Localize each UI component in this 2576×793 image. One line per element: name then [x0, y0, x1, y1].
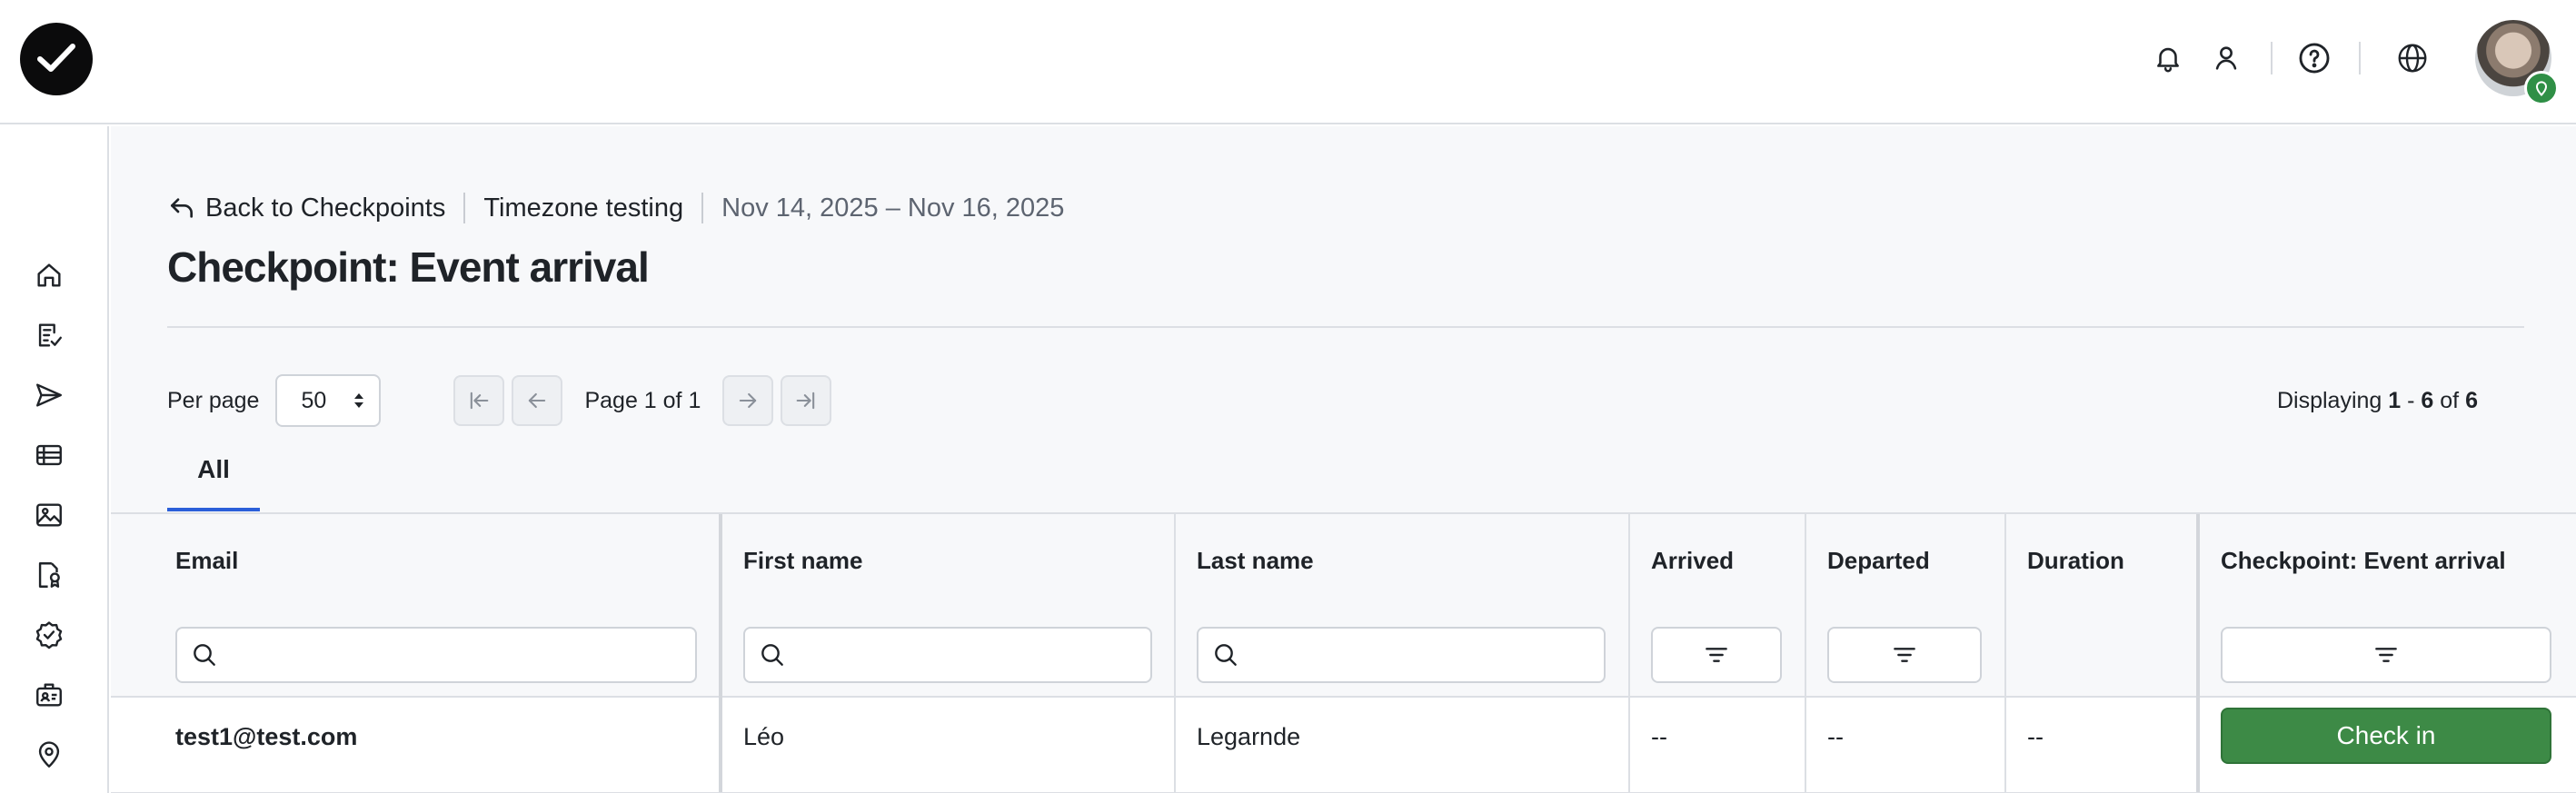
per-page-select[interactable]: 50 [275, 374, 382, 427]
search-icon [194, 644, 215, 666]
row-departed: -- [1827, 723, 1844, 750]
column-divider [1628, 514, 1630, 793]
breadcrumb-separator [463, 193, 466, 223]
column-header-last-name[interactable]: Last name [1197, 547, 1314, 575]
tab-all[interactable]: All [167, 455, 260, 502]
checkmark-logo-icon [37, 44, 75, 72]
row-first-name: Léo [743, 723, 785, 750]
help-icon[interactable] [2296, 40, 2332, 76]
home-icon[interactable] [31, 257, 67, 293]
filter-icon [1706, 648, 1727, 662]
of-label: of [2440, 388, 2460, 413]
displaying-prefix: Displaying [2276, 388, 2382, 413]
column-header-checkpoint[interactable]: Checkpoint: Event arrival [2221, 547, 2506, 575]
breadcrumb-event-name: Timezone testing [483, 193, 684, 223]
last-page-button[interactable] [781, 375, 832, 426]
sidebar [0, 126, 109, 793]
bell-icon[interactable] [2150, 40, 2186, 76]
pin-badge-icon [2524, 71, 2559, 105]
column-divider [1174, 514, 1176, 793]
search-icon [1215, 644, 1237, 666]
breadcrumb: Back to Checkpoints Timezone testing Nov… [167, 190, 1064, 226]
column-header-first-name[interactable]: First name [743, 547, 863, 575]
first-page-button[interactable] [453, 375, 505, 426]
per-page-value: 50 [301, 387, 327, 413]
badge-document-icon[interactable] [31, 557, 67, 593]
first-page-icon [471, 392, 489, 410]
checklist-icon[interactable] [31, 317, 67, 353]
displaying-count: Displaying 1 - 6 of 6 [2277, 388, 2478, 414]
range-start: 1 [2388, 388, 2402, 413]
last-name-search-input[interactable] [1197, 627, 1606, 683]
column-header-departed[interactable]: Departed [1827, 547, 1930, 575]
previous-page-button[interactable] [512, 375, 563, 426]
departed-filter-button[interactable] [1827, 627, 1982, 683]
range-end: 6 [2421, 388, 2434, 413]
attendee-table: Email First name Last name Arrived Depar… [111, 512, 2576, 793]
range-separator: - [2407, 388, 2415, 413]
row-email: test1@test.com [175, 723, 358, 750]
verified-icon[interactable] [31, 617, 67, 653]
send-icon[interactable] [31, 377, 67, 413]
location-pin-icon[interactable] [31, 737, 67, 773]
user-icon[interactable] [2208, 40, 2244, 76]
filter-icon [1894, 648, 1915, 662]
column-divider [2196, 514, 2200, 793]
total-count: 6 [2465, 388, 2478, 413]
per-page-label: Per page [167, 387, 260, 413]
image-icon[interactable] [31, 497, 67, 533]
arrived-filter-button[interactable] [1651, 627, 1782, 683]
top-bar [0, 0, 2576, 124]
main-content: Back to Checkpoints Timezone testing Nov… [111, 126, 2576, 793]
breadcrumb-separator [701, 193, 704, 223]
row-last-name: Legarnde [1197, 723, 1301, 750]
column-header-email[interactable]: Email [175, 547, 238, 575]
app-logo[interactable] [20, 23, 93, 95]
checkpoint-filter-button[interactable] [2221, 627, 2551, 683]
back-link-label: Back to Checkpoints [205, 193, 446, 223]
column-header-arrived[interactable]: Arrived [1651, 547, 1734, 575]
back-arrow-icon [171, 198, 193, 218]
column-divider [1805, 514, 1806, 793]
search-icon [761, 644, 783, 666]
topbar-divider [2271, 42, 2273, 74]
page-info: Page 1 of 1 [584, 387, 701, 413]
row-arrived: -- [1651, 723, 1667, 750]
list-icon[interactable] [31, 437, 67, 473]
next-page-button[interactable] [722, 375, 774, 426]
pagination-bar: Per page 50 Page 1 of 1 [167, 373, 832, 428]
filter-icon [2375, 648, 2397, 662]
back-to-checkpoints-link[interactable]: Back to Checkpoints [167, 193, 445, 223]
id-badge-icon[interactable] [31, 677, 67, 713]
globe-icon[interactable] [2394, 40, 2431, 76]
column-divider [719, 514, 722, 793]
row-duration: -- [2027, 723, 2044, 750]
email-search-input[interactable] [175, 627, 697, 683]
page-title: Checkpoint: Event arrival [167, 243, 650, 291]
topbar-divider [2359, 42, 2361, 74]
header-divider [167, 326, 2524, 328]
first-name-search-input[interactable] [743, 627, 1152, 683]
last-page-icon [796, 392, 815, 410]
column-divider [2004, 514, 2006, 793]
column-header-duration[interactable]: Duration [2027, 547, 2124, 575]
active-tab-indicator [167, 508, 260, 511]
arrow-left-icon [529, 392, 546, 409]
check-in-button[interactable]: Check in [2221, 708, 2551, 764]
sort-arrows-icon [354, 393, 364, 408]
arrow-right-icon [740, 392, 757, 409]
breadcrumb-event-dates: Nov 14, 2025 – Nov 16, 2025 [721, 193, 1065, 223]
